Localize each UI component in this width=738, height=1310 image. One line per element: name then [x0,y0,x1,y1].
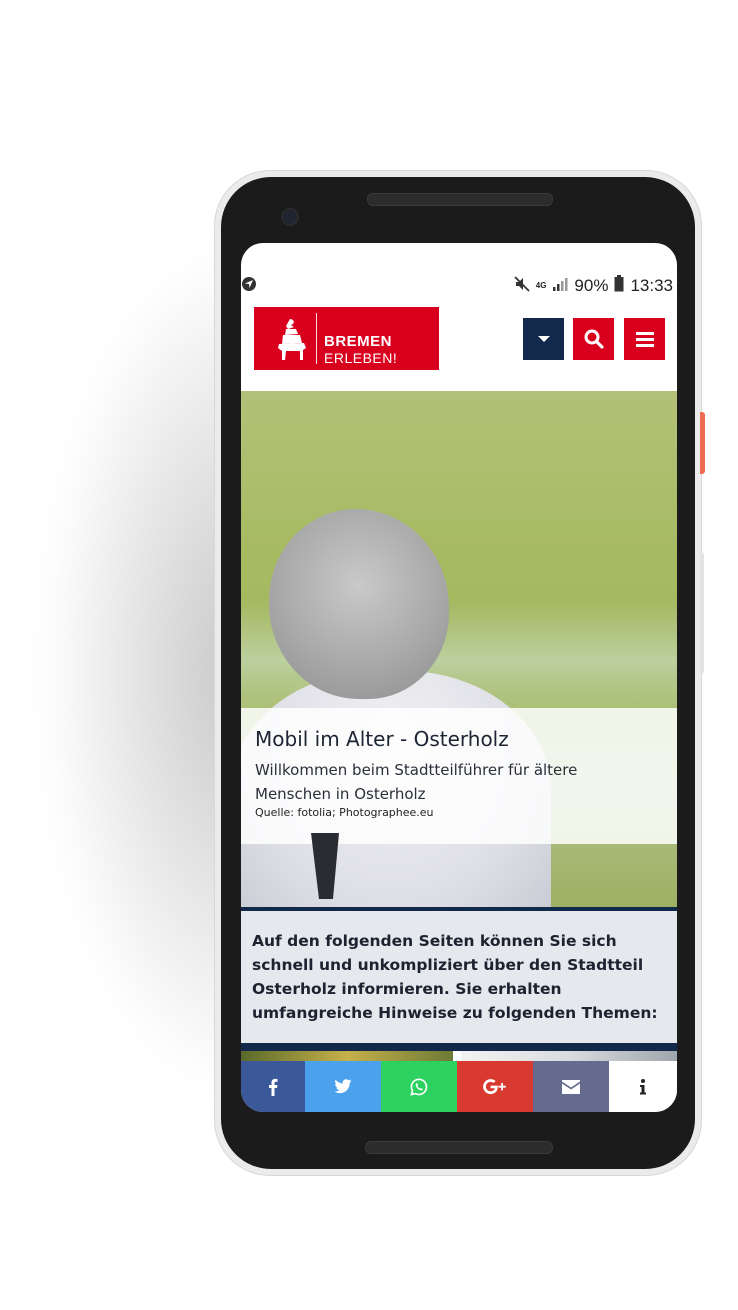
page-title: Mobil im Alter - Osterholz [255,727,509,751]
hamburger-icon [635,332,654,347]
logo-divider [316,313,317,364]
logo-text-bremen: BREMEN [324,333,393,350]
phone-screen: 4G 90% 13:33 BREMEN ERLEBEN! Mobil im Al… [241,243,677,1112]
facebook-icon [269,1078,278,1096]
twitter-icon [334,1079,352,1094]
hero-strap [311,833,339,899]
google-plus-icon [483,1078,506,1094]
intro-border-bottom [241,1043,677,1051]
email-icon [562,1079,580,1094]
info-button[interactable] [609,1061,677,1112]
intro-text: Auf den folgenden Seiten können Sie sich… [252,932,658,1022]
menu-button[interactable] [624,318,665,360]
intro-box: Auf den folgenden Seiten können Sie sich… [241,911,677,1043]
navigation-arrow-icon [242,277,256,291]
page-subtitle: Willkommen beim Stadtteilführer für älte… [255,761,578,803]
status-bar: 4G 90% 13:33 [241,273,677,299]
clock: 13:33 [630,276,673,295]
share-facebook-button[interactable] [241,1061,305,1112]
caret-down-icon [537,336,550,342]
signal-icon [552,276,568,297]
share-bar [241,1061,677,1112]
logo-text-erleben: ERLEBEN! [324,350,398,366]
town-musicians-icon [278,319,306,360]
volume-button [700,552,704,674]
share-whatsapp-button[interactable] [381,1061,457,1112]
search-icon [584,329,604,349]
image-source: Quelle: fotolia; Photographee.eu [255,806,434,819]
info-icon [640,1078,646,1094]
bremen-erleben-logo[interactable]: BREMEN ERLEBEN! [254,307,439,370]
front-camera [281,208,299,226]
battery-percent: 90% [574,276,609,295]
mute-icon [514,275,530,297]
hero-caption: Mobil im Alter - Osterholz Willkommen be… [241,708,677,844]
share-twitter-button[interactable] [305,1061,381,1112]
top-speaker [367,193,553,206]
share-email-button[interactable] [533,1061,609,1112]
whatsapp-icon [410,1077,428,1096]
power-button [700,412,705,474]
battery-icon [614,275,624,297]
network-type: 4G [535,281,547,290]
share-google-plus-button[interactable] [457,1061,533,1112]
search-button[interactable] [573,318,614,360]
bottom-speaker [365,1141,553,1154]
dropdown-button[interactable] [523,318,564,360]
hero-person-head [269,509,449,699]
